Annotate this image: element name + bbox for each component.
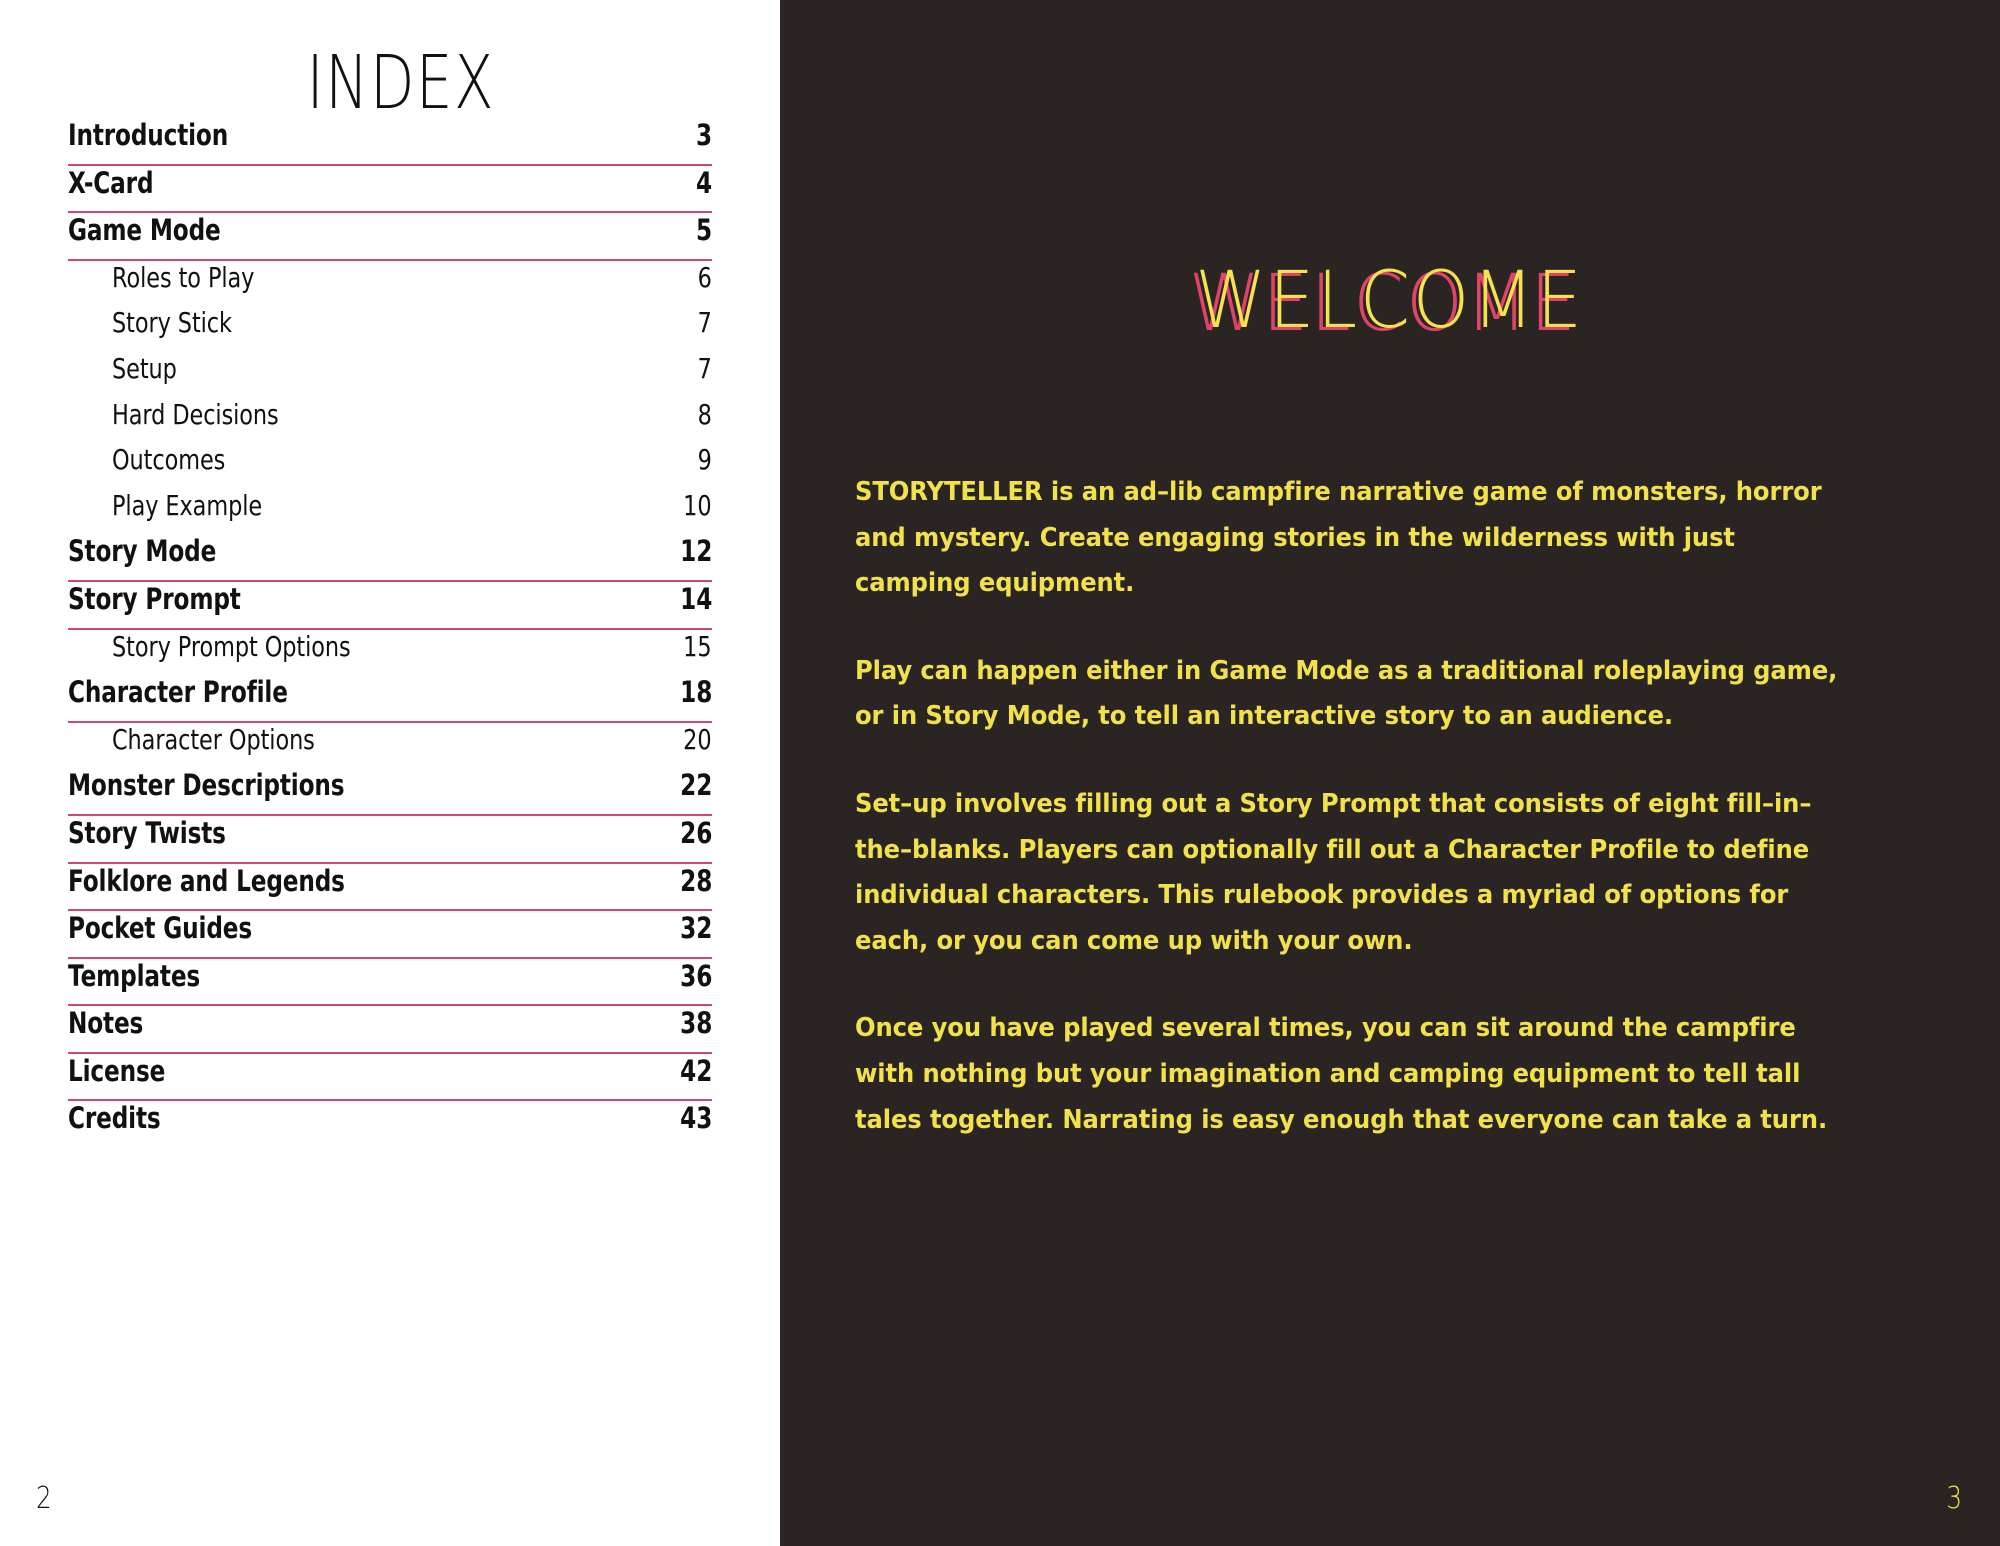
toc-entry-page-number: 7 <box>697 351 712 385</box>
toc-entry-label: Introduction <box>68 118 229 152</box>
welcome-paragraph: Set–up involves filling out a Story Prom… <box>855 788 1812 956</box>
toc-entry[interactable]: Play Example 10 <box>68 489 712 535</box>
toc-entry[interactable]: Story Prompt Options 15 <box>68 630 712 676</box>
left-page-index: INDEX Introduction 3 X-Card 4 Game Mode 5 Role… <box>0 0 780 1546</box>
toc-entry-page-number: 20 <box>683 722 712 756</box>
toc-entry-label: Story Mode <box>68 534 217 569</box>
toc-entry-label: Game Mode <box>68 213 221 248</box>
toc-entry-page-number: 22 <box>679 768 712 803</box>
welcome-body-text: STORYTELLER is an ad–lib campfire narrat… <box>855 470 1908 1143</box>
welcome-heading: WELCOME <box>1195 256 1585 346</box>
toc-entry-page-number: 32 <box>679 911 712 946</box>
folio-number-left: 2 <box>36 1481 52 1516</box>
toc-entry-page-number: 18 <box>679 675 712 710</box>
toc-entry-label: Story Twists <box>68 815 226 850</box>
toc-entry[interactable]: Character Profile 18 <box>68 675 712 721</box>
toc-entry-label: Story Prompt <box>68 581 241 616</box>
right-page-welcome: WELCOME STORYTELLER is an ad–lib campfir… <box>780 0 2000 1546</box>
toc-entry-label: Templates <box>68 958 201 993</box>
toc-entry[interactable]: Pocket Guides 32 <box>68 911 712 957</box>
folio-number-right: 3 <box>1946 1481 1962 1516</box>
toc-entry-label: Hard Decisions <box>112 397 279 431</box>
toc-entry[interactable]: Story Prompt 14 <box>68 582 712 628</box>
toc-entry[interactable]: Monster Descriptions 22 <box>68 768 712 814</box>
toc-entry-label: Story Prompt Options <box>112 629 351 663</box>
toc-entry-label: Character Options <box>112 722 315 756</box>
toc-entry-label: Notes <box>68 1006 144 1041</box>
toc-entry-page-number: 8 <box>697 397 712 431</box>
toc-entry-label: License <box>68 1053 166 1088</box>
toc-entry-label: Monster Descriptions <box>68 768 345 803</box>
welcome-paragraph: Play can happen either in Game Mode as a… <box>855 655 1838 732</box>
toc-entry-page-number: 36 <box>679 958 712 993</box>
toc-entry-label: Roles to Play <box>112 260 255 294</box>
toc-entry-page-number: 26 <box>679 815 712 850</box>
toc-entry-page-number: 42 <box>679 1053 712 1088</box>
toc-entry[interactable]: Story Stick 7 <box>68 306 712 352</box>
toc-entry-page-number: 38 <box>679 1006 712 1041</box>
toc-entry[interactable]: Character Options 20 <box>68 723 712 769</box>
toc-entry[interactable]: Roles to Play 6 <box>68 261 712 307</box>
toc-entry[interactable]: Story Twists 26 <box>68 816 712 862</box>
toc-entry-label: Outcomes <box>112 443 226 477</box>
toc-entry-page-number: 6 <box>697 260 712 294</box>
toc-entry-page-number: 10 <box>683 488 712 522</box>
welcome-paragraph: Once you have played several times, you … <box>855 1013 1828 1135</box>
page-title: INDEX <box>306 40 496 126</box>
toc-entry[interactable]: X-Card 4 <box>68 166 712 212</box>
toc-entry-page-number: 7 <box>697 306 712 340</box>
toc-entry[interactable]: Notes 38 <box>68 1006 712 1052</box>
toc-entry[interactable]: Introduction 3 <box>68 118 712 164</box>
toc-entry-page-number: 12 <box>679 534 712 569</box>
toc-entry-page-number: 4 <box>695 165 712 200</box>
toc-entry-label: Folklore and Legends <box>68 863 345 898</box>
toc-entry[interactable]: Folklore and Legends 28 <box>68 864 712 910</box>
toc-entry[interactable]: Story Mode 12 <box>68 534 712 580</box>
toc-entry[interactable]: License 42 <box>68 1054 712 1100</box>
toc-entry-page-number: 9 <box>697 443 712 477</box>
toc-entry[interactable]: Game Mode 5 <box>68 213 712 259</box>
toc-entry[interactable]: Outcomes 9 <box>68 443 712 489</box>
toc-entry[interactable]: Setup 7 <box>68 352 712 398</box>
toc-entry[interactable]: Templates 36 <box>68 959 712 1005</box>
table-of-contents: Introduction 3 X-Card 4 Game Mode 5 Roles to P… <box>68 118 712 1147</box>
toc-entry-page-number: 5 <box>695 213 712 248</box>
toc-entry-page-number: 28 <box>679 863 712 898</box>
toc-entry[interactable]: Credits 43 <box>68 1101 712 1147</box>
toc-entry-page-number: 15 <box>683 629 712 663</box>
book-spread: INDEX Introduction 3 X-Card 4 Game Mode 5 Role… <box>0 0 2000 1546</box>
toc-entry-page-number: 14 <box>679 581 712 616</box>
toc-entry-label: Story Stick <box>112 306 232 340</box>
toc-entry-label: Credits <box>68 1101 161 1136</box>
toc-entry-label: Pocket Guides <box>68 911 252 946</box>
toc-entry-label: Setup <box>112 351 177 385</box>
toc-entry-page-number: 43 <box>679 1101 712 1136</box>
toc-entry[interactable]: Hard Decisions 8 <box>68 398 712 444</box>
toc-entry-label: X-Card <box>68 165 154 200</box>
toc-entry-label: Play Example <box>112 488 263 522</box>
toc-entry-label: Character Profile <box>68 675 288 710</box>
toc-entry-page-number: 3 <box>695 118 712 152</box>
welcome-paragraph: STORYTELLER is an ad–lib campfire narrat… <box>855 477 1822 599</box>
